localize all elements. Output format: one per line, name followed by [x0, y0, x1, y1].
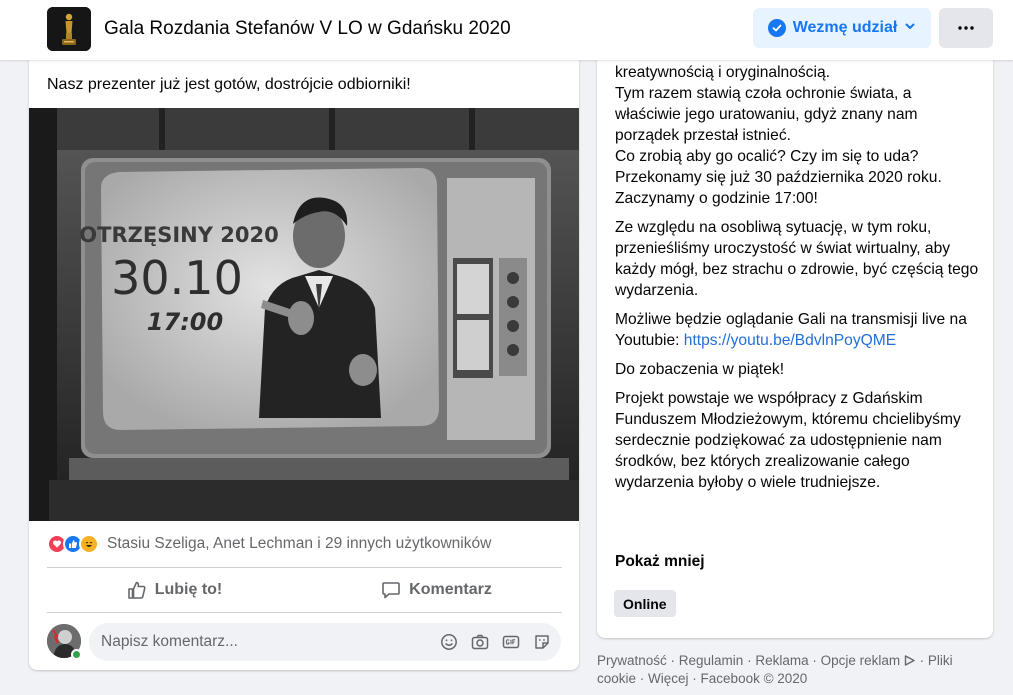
reactions-text[interactable]: Stasiu Szeliga, Anet Lechman i 29 innych… [107, 535, 491, 553]
tv-date-text: 30.10 [111, 251, 243, 305]
divider [47, 612, 562, 613]
comment-input[interactable] [101, 623, 421, 661]
sticker-icon[interactable] [532, 632, 552, 652]
post-card: Nasz prezenter już jest gotów, dostrójci… [29, 40, 579, 670]
more-options-button[interactable] [939, 8, 993, 48]
footer-copyright: Facebook © 2020 [700, 671, 808, 686]
event-details-card: kreatywnością i oryginalnością. Tym raze… [597, 40, 993, 638]
check-circle-icon [767, 19, 786, 37]
emoji-icon[interactable] [439, 632, 459, 652]
footer-privacy-link[interactable]: Prywatność [597, 653, 667, 668]
comment-button[interactable]: Komentarz [309, 572, 564, 608]
thumbs-up-icon [127, 581, 146, 599]
comment-button-label: Komentarz [409, 581, 492, 598]
description-line: Tym razem stawią czoła ochronie świata, … [615, 85, 918, 144]
post-text: Nasz prezenter już jest gotów, dostrójci… [47, 76, 411, 93]
divider [47, 567, 562, 568]
description-paragraph: Do zobaczenia w piątek! [615, 361, 785, 378]
trophy-statue-icon [47, 7, 91, 51]
ad-choices-icon [904, 655, 915, 666]
event-header: Gala Rozdania Stefanów V LO w Gdańsku 20… [0, 0, 1013, 60]
tv-title-text: OTRZĘSINY 2020 [79, 223, 278, 247]
tv-time-text: 17:00 [147, 308, 223, 336]
haha-reaction-icon [79, 534, 99, 554]
gif-icon[interactable] [501, 632, 521, 652]
camera-icon[interactable] [470, 632, 490, 652]
description-line: Co zrobią aby go ocalić? Czy im się to u… [615, 148, 942, 207]
footer-ad-choices-link[interactable]: Opcje reklam [821, 653, 916, 668]
youtube-link[interactable]: https://youtu.be/BdvlnPoyQME [684, 332, 896, 349]
footer-ads-link[interactable]: Reklama [755, 653, 808, 668]
footer-terms-link[interactable]: Regulamin [679, 653, 744, 668]
description-line: kreatywnością i oryginalnością. [615, 64, 830, 81]
event-description: kreatywnością i oryginalnością. Tym raze… [615, 62, 981, 501]
description-paragraph: Projekt powstaje we współpracy z Gdański… [615, 390, 961, 491]
comment-input-container[interactable] [89, 623, 561, 661]
show-less-button[interactable]: Pokaż mniej [615, 553, 705, 571]
footer-links: Prywatność · Regulamin · Reklama · Opcje… [597, 653, 953, 686]
going-button[interactable]: Wezmę udział [753, 8, 931, 48]
event-thumbnail[interactable] [47, 7, 91, 51]
description-paragraph: Ze względu na osobliwą sytuację, w tym r… [615, 219, 979, 299]
post-image[interactable]: OTRZĘSINY 2020 30.10 17:00 [29, 108, 579, 521]
going-button-label: Wezmę udział [792, 19, 898, 36]
online-status-dot [71, 649, 82, 660]
like-button[interactable]: Lubię to! [47, 572, 302, 608]
chevron-down-icon [904, 19, 916, 37]
footer-more-link[interactable]: Więcej [648, 671, 689, 686]
like-button-label: Lubię to! [154, 581, 223, 598]
comment-bubble-icon [382, 582, 400, 599]
reactions-summary[interactable]: Stasiu Szeliga, Anet Lechman i 29 innych… [47, 532, 491, 556]
online-tag[interactable]: Online [614, 590, 676, 617]
event-title: Gala Rozdania Stefanów V LO w Gdańsku 20… [104, 18, 511, 39]
more-dots-icon [958, 26, 974, 30]
